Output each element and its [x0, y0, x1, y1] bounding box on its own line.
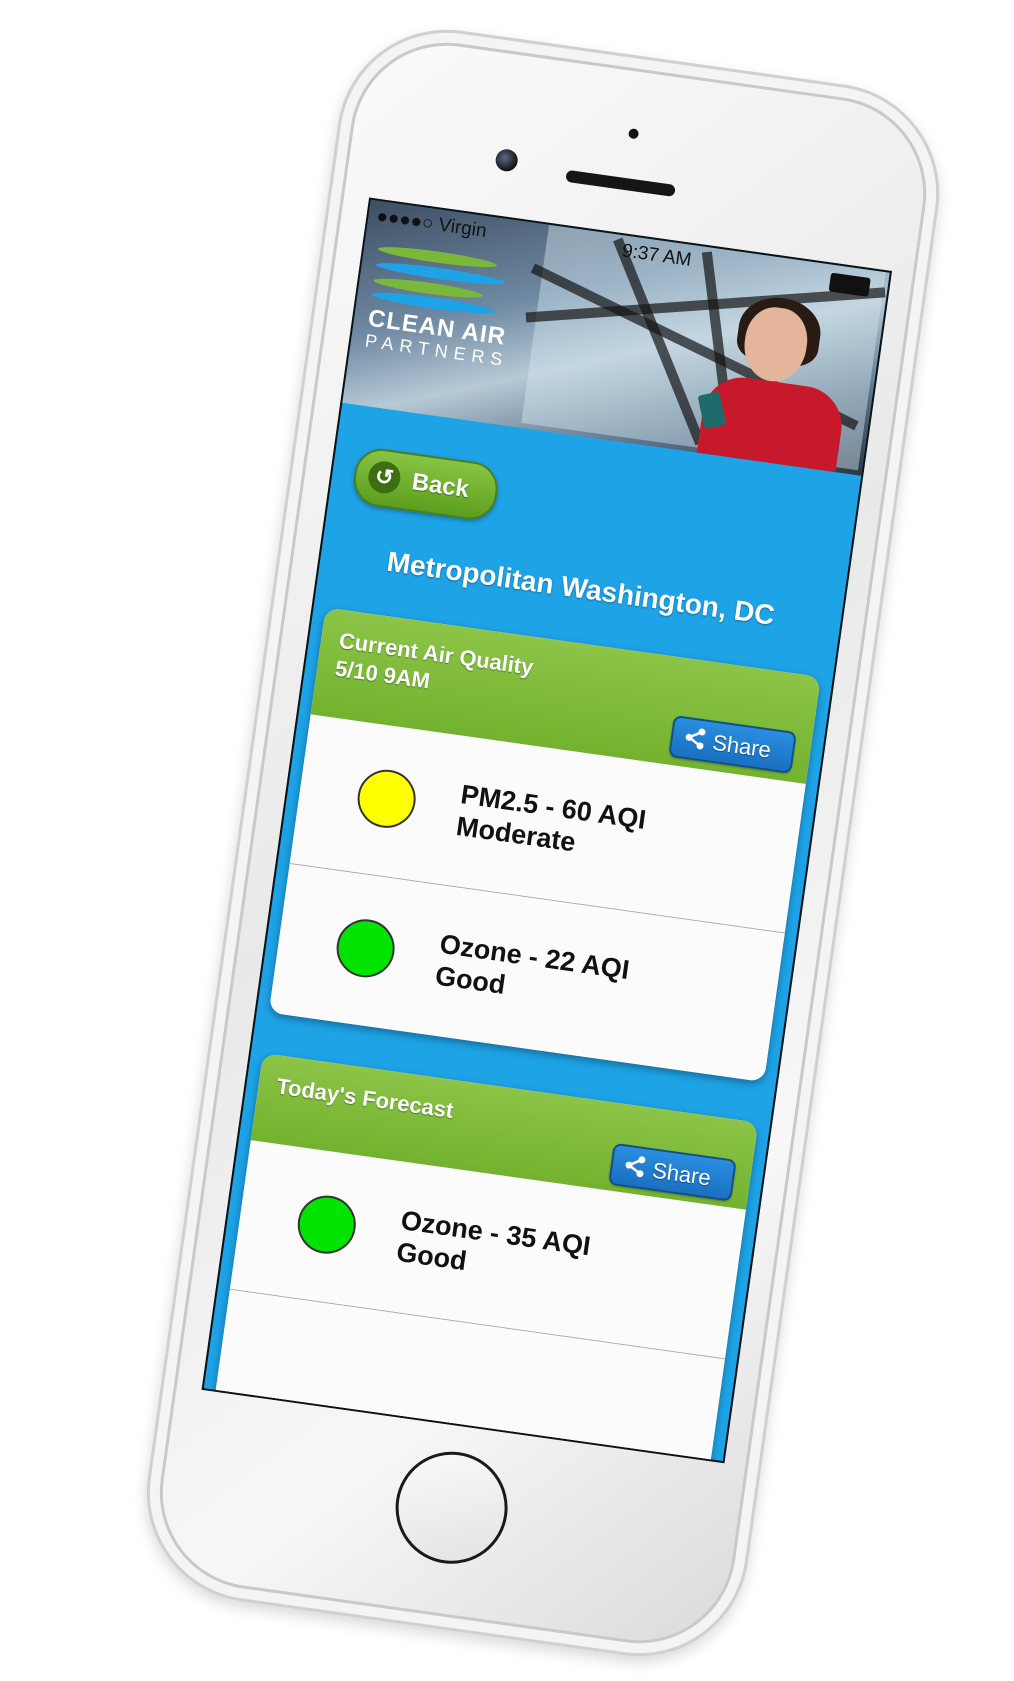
back-arrow-icon: ↺ [366, 459, 403, 496]
aqi-reading: Ozone - 22 AQI Good [433, 928, 631, 1018]
back-button-label: Back [410, 468, 471, 504]
back-button[interactable]: ↺ Back [350, 445, 502, 523]
battery-icon [828, 272, 871, 297]
proximity-sensor [627, 128, 640, 140]
header-photo-person [668, 285, 880, 476]
phone-frame: ●●●●○ Virgin 9:37 AM CLEAN AIR PARTNERS … [132, 15, 954, 1671]
front-camera [494, 147, 520, 173]
share-button-label: Share [650, 1157, 713, 1191]
share-icon [625, 1156, 646, 1178]
share-button-current[interactable]: Share [668, 714, 797, 774]
home-button[interactable] [388, 1444, 515, 1571]
aqi-status-dot [294, 1191, 360, 1258]
earpiece-speaker [565, 169, 676, 197]
aqi-reading: PM2.5 - 60 AQI Moderate [454, 778, 648, 867]
app-screen: ●●●●○ Virgin 9:37 AM CLEAN AIR PARTNERS … [201, 197, 893, 1464]
current-air-quality-card: Current Air Quality 5/10 9AM Share PM2.5… [268, 607, 821, 1083]
share-icon [685, 728, 706, 750]
todays-forecast-card: Today's Forecast Share Ozone - 35 AQI Go… [207, 1053, 759, 1464]
clean-air-partners-logo: CLEAN AIR PARTNERS [363, 239, 518, 375]
aqi-status-dot [332, 915, 399, 982]
aqi-reading: Ozone - 35 AQI Good [394, 1204, 593, 1294]
aqi-status-dot [353, 766, 420, 832]
forecast-card-title: Today's Forecast [274, 1073, 456, 1124]
share-button-label: Share [710, 729, 773, 763]
carrier-label: ●●●●○ Virgin [375, 205, 488, 243]
header-banner: ●●●●○ Virgin 9:37 AM CLEAN AIR PARTNERS [342, 199, 890, 476]
